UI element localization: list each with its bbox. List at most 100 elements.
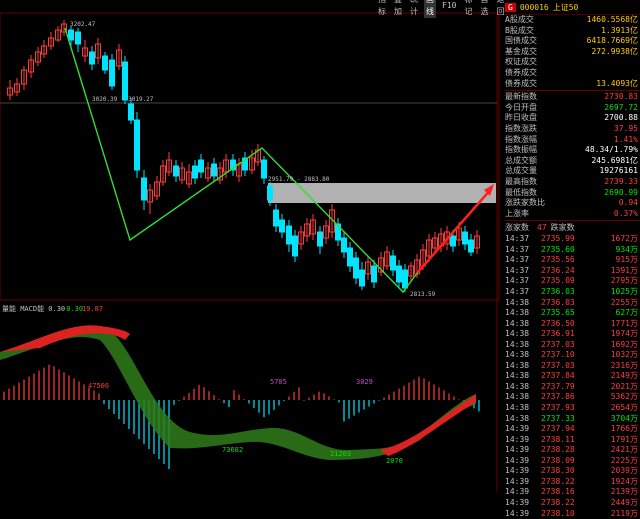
tick-price: 2737.79 — [541, 382, 587, 393]
stat-value: 1.41% — [614, 135, 638, 146]
tick-price: 2735.60 — [541, 245, 587, 256]
candle-body — [212, 164, 217, 176]
toolbar-button[interactable]: 自选 — [478, 0, 490, 18]
tick-row: 14:392738.282421万 — [505, 445, 640, 456]
toolbar-button[interactable]: 标记 — [462, 0, 474, 18]
tick-time: 14:39 — [505, 477, 541, 488]
chart-toolbar: 指标叠加统计画线F10标记自选返回 — [376, 0, 500, 12]
tick-time: 14:37 — [505, 287, 541, 298]
candle-body — [142, 178, 147, 200]
tick-row: 14:372735.092795万 — [505, 276, 640, 287]
tick-time: 14:39 — [505, 445, 541, 456]
stat-row: 今日开盘2697.72 — [505, 103, 640, 114]
stat-row: 总成交额245.6981亿 — [505, 156, 640, 167]
indicator-value: 19.87 — [82, 305, 103, 313]
stat-label: 债券成交 — [505, 68, 537, 79]
candle-body — [293, 236, 298, 256]
stat-label: B股成交 — [505, 26, 534, 37]
tick-row: 14:382737.792021万 — [505, 382, 640, 393]
toolbar-button[interactable]: 画线 — [424, 0, 436, 18]
turnover-stats: A股成交1460.5568亿B股成交1.3913亿国债成交6418.7669亿基… — [505, 15, 640, 89]
stat-value: 19276161 — [599, 166, 638, 177]
tick-row: 14:372735.60934万 — [505, 245, 640, 256]
tick-time: 14:38 — [505, 329, 541, 340]
toolbar-button[interactable]: F10 — [440, 0, 458, 12]
tick-price: 2735.99 — [541, 234, 587, 245]
stat-row: 指数涨幅1.41% — [505, 135, 640, 146]
tick-price: 2737.33 — [541, 414, 587, 425]
candle-body — [76, 32, 81, 44]
tick-row: 14:382736.032255万 — [505, 298, 640, 309]
candle-body — [274, 210, 279, 226]
tick-price: 2737.94 — [541, 424, 587, 435]
indicator-label: 2070 — [386, 457, 403, 465]
price-annotation-level2: 2951.79 - 2883.80 — [268, 176, 330, 183]
tick-time: 14:39 — [505, 509, 541, 519]
tick-time: 14:38 — [505, 350, 541, 361]
tick-price: 2737.93 — [541, 403, 587, 414]
stat-row: 最高指数2739.33 — [505, 177, 640, 188]
tick-price: 2738.09 — [541, 456, 587, 467]
quote-panel: G 000016 上证50 A股成交1460.5568亿B股成交1.3913亿国… — [505, 0, 640, 492]
toolbar-button[interactable]: 统计 — [408, 0, 420, 18]
tick-time: 14:37 — [505, 245, 541, 256]
tick-row: 14:382737.865362万 — [505, 392, 640, 403]
tick-price: 2738.16 — [541, 487, 587, 498]
candle-body — [397, 266, 402, 282]
tick-row: 14:392738.111791万 — [505, 435, 640, 446]
stat-label: 国债成交 — [505, 36, 537, 47]
tick-row: 14:382737.031692万 — [505, 340, 640, 351]
resistance-zone — [268, 183, 496, 203]
candle-body — [90, 52, 95, 64]
candle-body — [199, 160, 204, 172]
candle-body — [268, 186, 273, 200]
stat-value: 1460.5568亿 — [587, 15, 638, 26]
tick-price: 2736.91 — [541, 329, 587, 340]
tick-volume: 1924万 — [587, 477, 640, 488]
candle-body — [451, 236, 456, 246]
candle-body — [372, 266, 377, 282]
candle-body — [193, 166, 198, 178]
stat-value: 0.37% — [614, 209, 638, 220]
indicator-label: 3029 — [356, 378, 373, 386]
tick-row: 14:382736.501771万 — [505, 319, 640, 330]
candle-body — [391, 256, 396, 270]
divider — [505, 90, 640, 91]
tick-volume: 2654万 — [587, 403, 640, 414]
stat-label: 上涨率 — [505, 209, 529, 220]
stat-label: A股成交 — [505, 15, 534, 26]
tick-row: 14:392738.102119万 — [505, 509, 640, 519]
tick-time: 14:39 — [505, 456, 541, 467]
tick-row: 14:372736.031025万 — [505, 287, 640, 298]
kline-chart[interactable]: 320031503100305030002950290028502800 320… — [0, 0, 500, 492]
stat-row: 上涨率 0.37% — [505, 209, 640, 220]
stat-value: 2700.88 — [604, 113, 638, 124]
tick-price: 2738.22 — [541, 477, 587, 488]
stat-value: 37.95 — [614, 124, 638, 135]
tick-time: 14:37 — [505, 234, 541, 245]
tick-row: 14:392738.092225万 — [505, 456, 640, 467]
stat-label: 最新指数 — [505, 92, 537, 103]
stat-value: 1.3913亿 — [601, 26, 638, 37]
stat-label: 总成交额 — [505, 156, 537, 167]
toolbar-button[interactable]: 叠加 — [392, 0, 404, 18]
tick-time: 14:38 — [505, 308, 541, 319]
toolbar-button[interactable]: 指标 — [376, 0, 388, 18]
candle-body — [110, 60, 115, 86]
tick-volume: 3704万 — [587, 414, 640, 425]
tick-list[interactable]: 14:372735.991672万14:372735.60934万14:3727… — [505, 234, 640, 519]
tick-price: 2737.03 — [541, 361, 587, 372]
tick-volume: 2795万 — [587, 276, 640, 287]
tick-price: 2735.56 — [541, 255, 587, 266]
tick-volume: 5362万 — [587, 392, 640, 403]
stat-row: 债券成交13.4093亿 — [505, 79, 640, 90]
tick-volume: 1391万 — [587, 266, 640, 277]
tick-volume: 2316万 — [587, 361, 640, 372]
stat-label: 指数涨跌 — [505, 124, 537, 135]
stat-label: 指数振幅 — [505, 145, 537, 156]
stat-value: 2690.99 — [604, 188, 638, 199]
tick-time: 14:39 — [505, 424, 541, 435]
price-annotation-level1: 3020.39 - 3019.27 — [92, 96, 154, 103]
divider — [505, 220, 640, 221]
tick-row: 14:392738.162139万 — [505, 487, 640, 498]
